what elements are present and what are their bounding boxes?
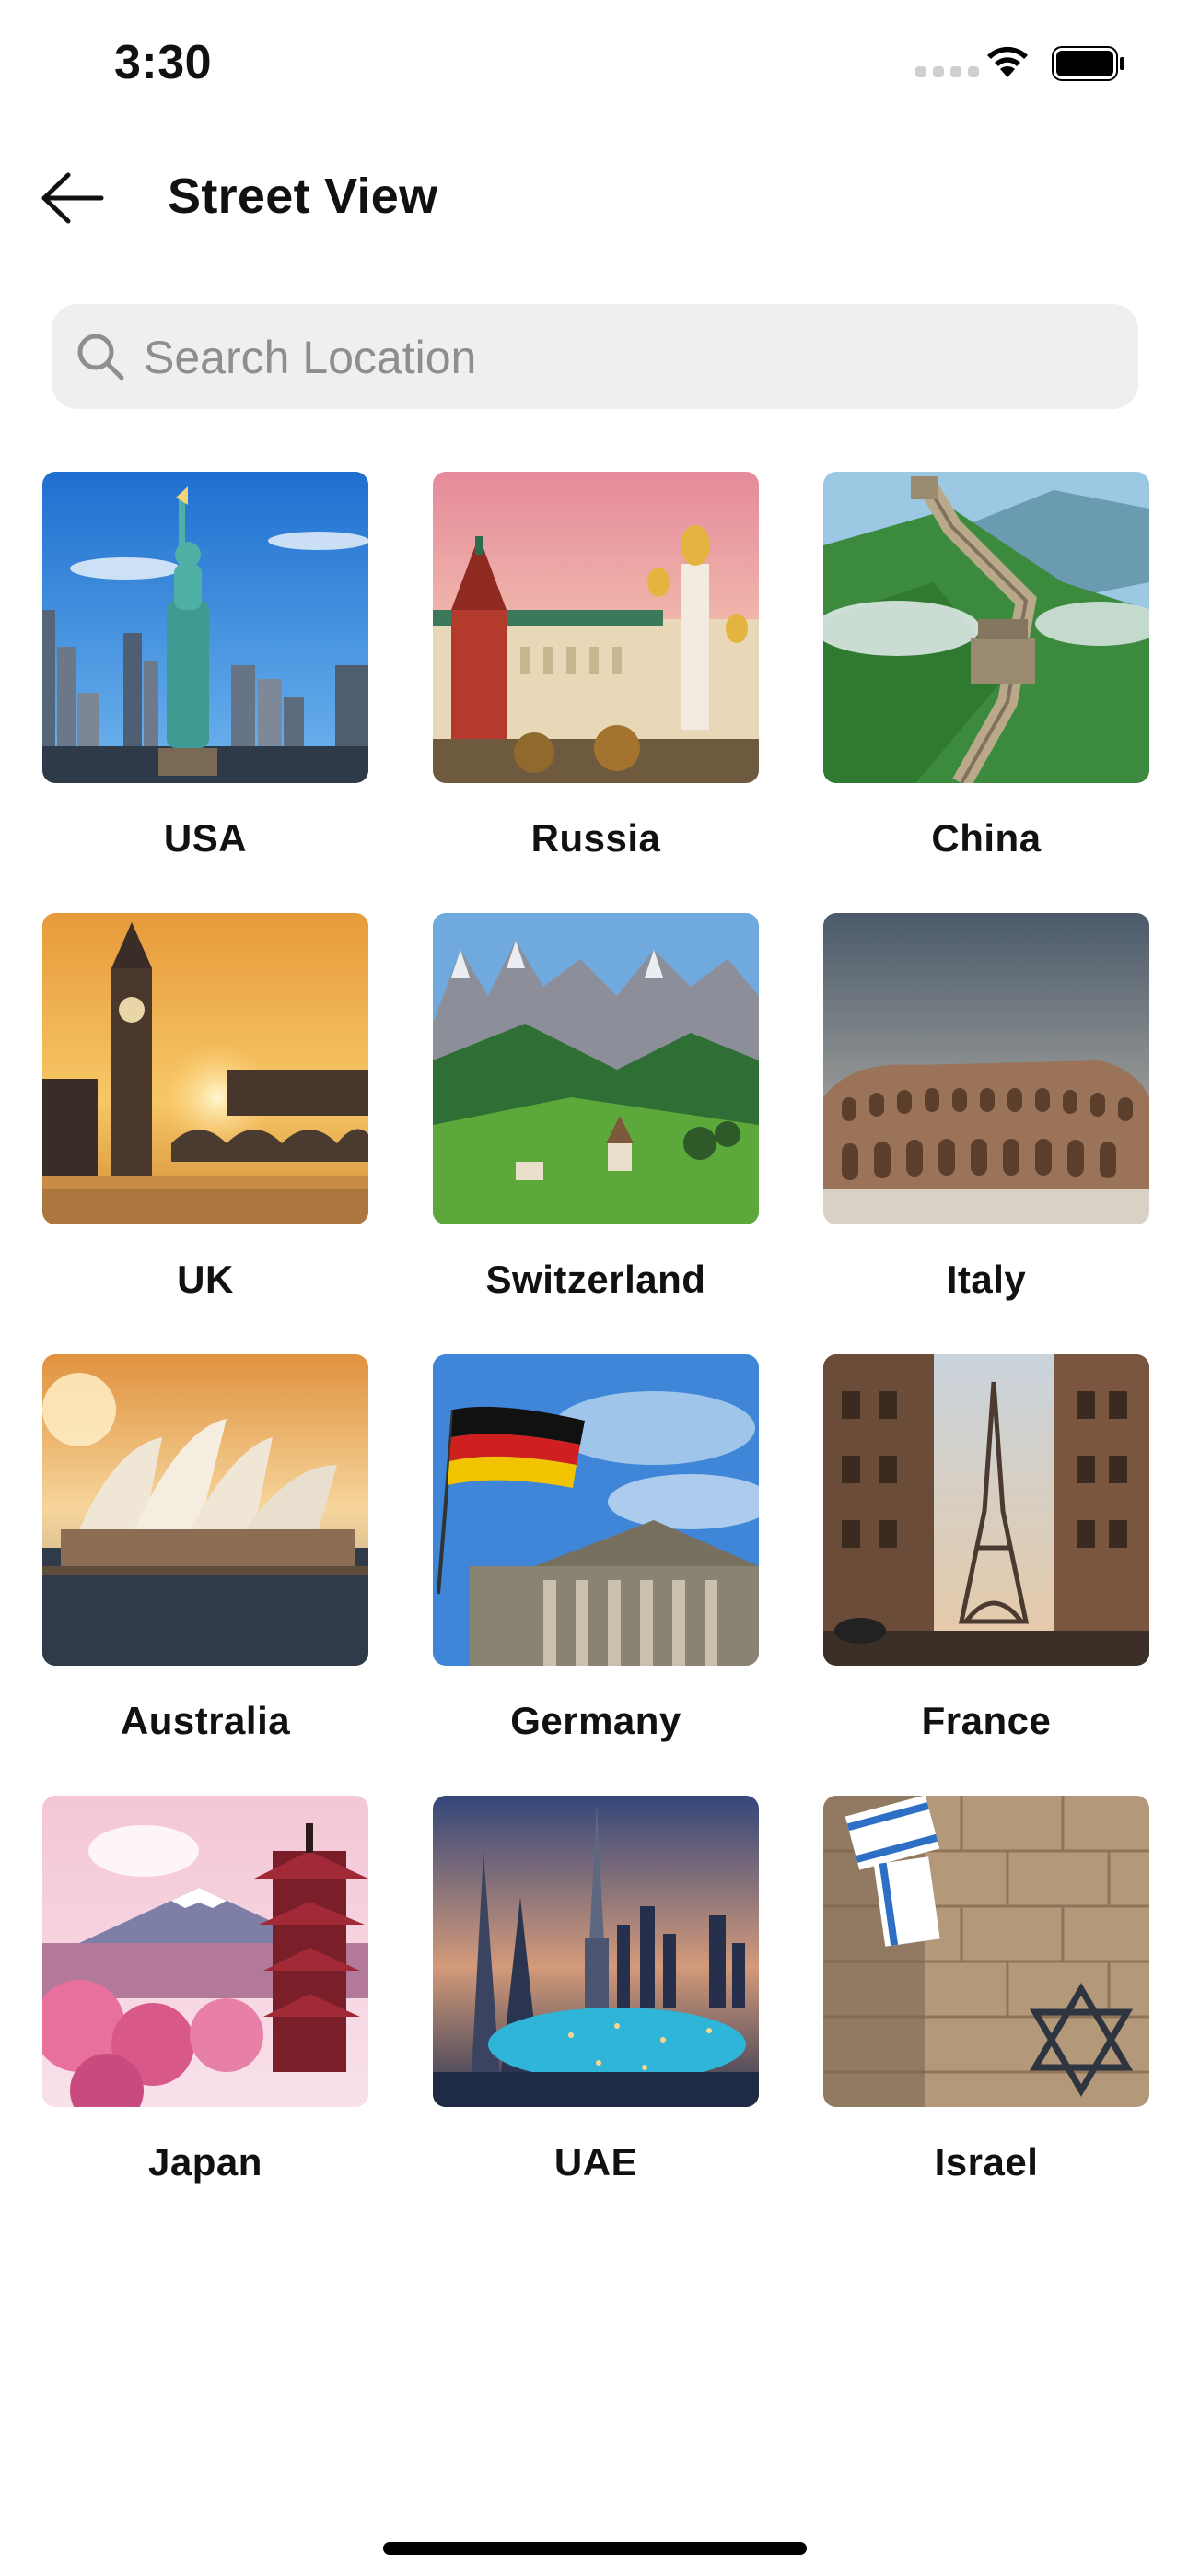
location-tile-china[interactable]: China [823, 472, 1149, 859]
location-tile-uk[interactable]: UK [42, 913, 368, 1300]
search-input[interactable] [142, 304, 1122, 411]
location-image-australia [42, 1354, 368, 1666]
street-view-screen: 3:30 Street View Search Location USA Rus… [0, 0, 1188, 2576]
location-tile-germany[interactable]: Germany [433, 1354, 759, 1741]
location-tile-israel[interactable]: Israel [823, 1796, 1149, 2183]
location-label: China [931, 816, 1042, 860]
cellular-signal-icon [915, 66, 979, 77]
location-label: Australia [120, 1699, 291, 1742]
location-image-france [823, 1354, 1149, 1666]
location-image-uk [42, 913, 368, 1224]
location-label: France [921, 1699, 1052, 1742]
location-label: Germany [510, 1699, 681, 1742]
location-tile-italy[interactable]: Italy [823, 913, 1149, 1300]
location-image-italy [823, 913, 1149, 1224]
location-image-israel [823, 1796, 1149, 2107]
location-tile-france[interactable]: France [823, 1354, 1149, 1741]
location-tile-usa[interactable]: USA [42, 472, 368, 859]
location-label: UAE [553, 2140, 638, 2184]
location-image-japan [42, 1796, 368, 2107]
search-bar[interactable] [52, 304, 1138, 411]
location-tile-japan[interactable]: Japan [42, 1796, 368, 2183]
location-image-germany [433, 1354, 759, 1666]
location-tile-russia[interactable]: Russia [433, 472, 759, 859]
arrow-left-icon [41, 172, 104, 224]
location-image-switzerland [433, 913, 759, 1224]
location-label: Switzerland [485, 1258, 706, 1301]
location-image-uae [433, 1796, 759, 2107]
location-image-russia [433, 472, 759, 783]
battery-icon [1052, 46, 1124, 81]
search-icon [77, 334, 124, 381]
back-button[interactable] [37, 166, 111, 230]
status-time: 3:30 [114, 36, 213, 89]
location-image-usa [42, 472, 368, 783]
location-label: USA [163, 816, 248, 860]
home-indicator[interactable] [383, 2542, 807, 2555]
location-tile-uae[interactable]: UAE [433, 1796, 759, 2183]
location-tile-switzerland[interactable]: Switzerland [433, 913, 759, 1300]
location-label: UK [177, 1258, 234, 1301]
page-title: Street View [168, 169, 438, 224]
location-grid: USA Russia China UK Switzerland Italy Au… [42, 472, 1149, 2183]
location-label: Italy [946, 1258, 1027, 1301]
location-tile-australia[interactable]: Australia [42, 1354, 368, 1741]
location-label: Russia [530, 816, 661, 860]
location-label: Israel [934, 2140, 1039, 2184]
location-label: Japan [148, 2140, 262, 2184]
wifi-icon [987, 46, 1028, 77]
location-image-china [823, 472, 1149, 783]
